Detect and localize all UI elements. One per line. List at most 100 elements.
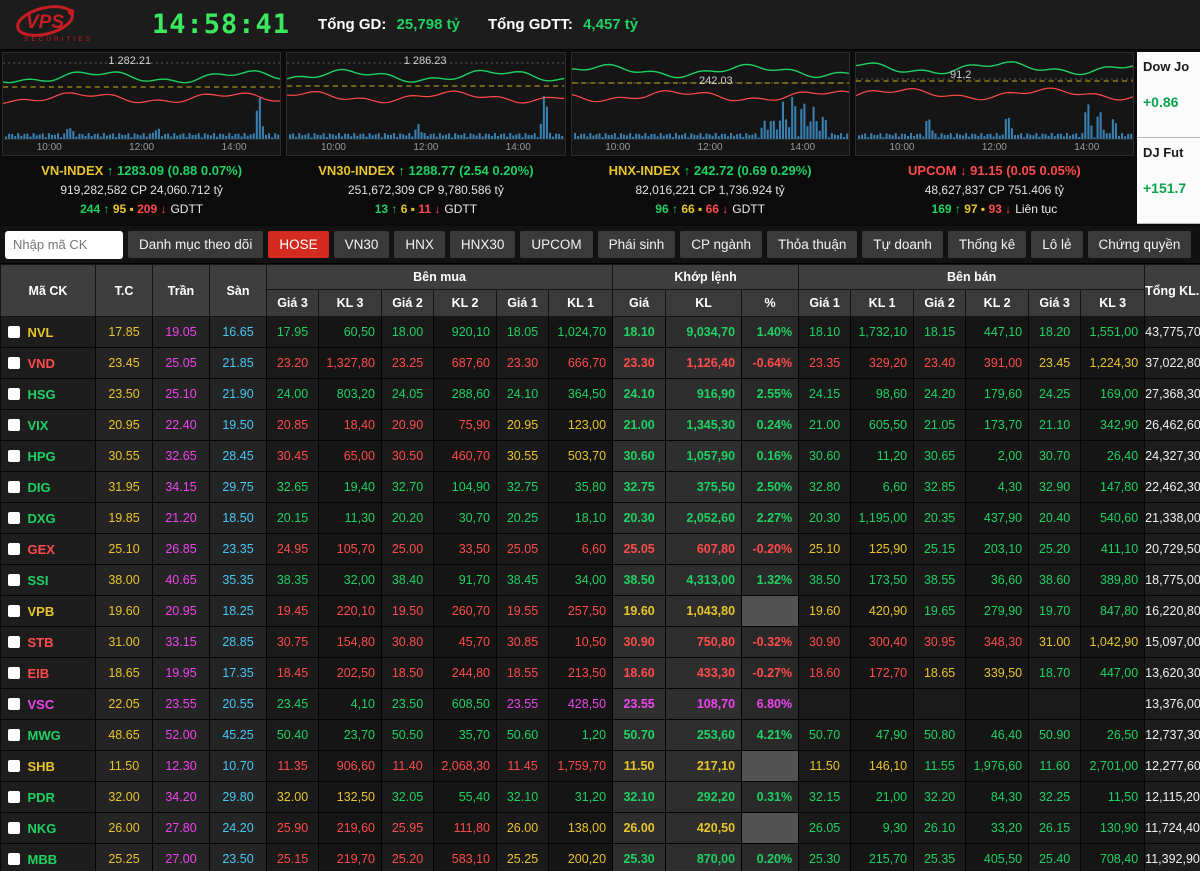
ask3-volume-cell[interactable]: 26,50	[1080, 719, 1146, 751]
ticker-symbol[interactable]: SHB	[28, 759, 55, 774]
index-panel-vnindex[interactable]: 1 282.21 10:00 12:00 14:00 VN-INDEX ↑ 1283.0…	[2, 52, 282, 224]
match-price-cell[interactable]: 32.10	[612, 781, 667, 813]
row-checkbox[interactable]	[7, 666, 20, 679]
ask2-volume-cell[interactable]: 36,60	[965, 564, 1030, 596]
ask1-volume-cell[interactable]: 47,90	[850, 719, 915, 751]
tab-phái-sinh[interactable]: Phái sinh	[597, 231, 676, 258]
ask3-volume-cell[interactable]: 540,60	[1080, 502, 1146, 534]
ask3-volume-cell[interactable]: 26,40	[1080, 440, 1146, 472]
match-volume-cell[interactable]: 217,10	[665, 750, 743, 782]
ask2-price-cell[interactable]	[913, 688, 967, 720]
sub-header-buy[interactable]: Giá 3	[266, 289, 319, 317]
match-price-cell[interactable]: 19.60	[612, 595, 667, 627]
bid2-price-cell[interactable]: 20.20	[381, 502, 434, 534]
ask2-price-cell[interactable]: 18.65	[913, 657, 967, 689]
world-index-item[interactable]: DJ Fut +151.7	[1137, 138, 1200, 224]
ticker-symbol[interactable]: MWG	[28, 728, 61, 743]
row-checkbox[interactable]	[7, 511, 20, 524]
bid1-price-cell[interactable]: 18.05	[496, 316, 549, 348]
ticker-symbol[interactable]: MBB	[28, 852, 58, 867]
ask1-price-cell[interactable]: 24.15	[798, 378, 852, 410]
bid2-volume-cell[interactable]: 33,50	[433, 533, 497, 565]
bid1-price-cell[interactable]: 24.10	[496, 378, 549, 410]
bid3-volume-cell[interactable]: 65,00	[318, 440, 382, 472]
bid3-volume-cell[interactable]: 105,70	[318, 533, 382, 565]
match-volume-cell[interactable]: 1,345,30	[665, 409, 743, 441]
sub-header-sell[interactable]: Giá 3	[1028, 289, 1082, 317]
bid3-volume-cell[interactable]: 4,10	[318, 688, 382, 720]
row-checkbox[interactable]	[7, 573, 20, 586]
bid1-price-cell[interactable]: 32.10	[496, 781, 549, 813]
bid1-price-cell[interactable]: 20.25	[496, 502, 549, 534]
sub-header-buy[interactable]: Giá 2	[381, 289, 434, 317]
bid3-volume-cell[interactable]: 60,50	[318, 316, 382, 348]
bid2-volume-cell[interactable]: 260,70	[433, 595, 497, 627]
ask1-volume-cell[interactable]	[850, 688, 915, 720]
row-checkbox[interactable]	[7, 604, 20, 617]
row-checkbox[interactable]	[7, 821, 20, 834]
ask3-price-cell[interactable]: 24.25	[1028, 378, 1082, 410]
search-input[interactable]	[5, 230, 123, 259]
ask1-price-cell[interactable]: 38.50	[798, 564, 852, 596]
tab-hose[interactable]: HOSE	[268, 231, 329, 258]
sub-header-match[interactable]: KL	[665, 289, 743, 317]
index-panel-upcom[interactable]: 91.2 10:00 12:00 14:00 UPCOM ↓ 91.15 (0.05 0…	[854, 52, 1134, 224]
bid1-price-cell[interactable]: 18.55	[496, 657, 549, 689]
ask1-price-cell[interactable]: 18.60	[798, 657, 852, 689]
ask2-price-cell[interactable]: 25.15	[913, 533, 967, 565]
match-price-cell[interactable]: 21.00	[612, 409, 667, 441]
bid3-price-cell[interactable]: 50.40	[266, 719, 319, 751]
ask2-volume-cell[interactable]: 339,50	[965, 657, 1030, 689]
ask3-price-cell[interactable]: 11.60	[1028, 750, 1082, 782]
match-price-cell[interactable]: 30.60	[612, 440, 667, 472]
bid1-price-cell[interactable]: 50.60	[496, 719, 549, 751]
ticker-symbol[interactable]: VND	[28, 356, 55, 371]
ask1-volume-cell[interactable]: 300,40	[850, 626, 915, 658]
ticker-symbol[interactable]: DIG	[28, 480, 51, 495]
ask3-price-cell[interactable]	[1028, 688, 1082, 720]
ticker-symbol[interactable]: DXG	[28, 511, 56, 526]
ask3-volume-cell[interactable]: 847,80	[1080, 595, 1146, 627]
tab-tự-doanh[interactable]: Tự doanh	[862, 231, 943, 258]
ask2-volume-cell[interactable]: 173,70	[965, 409, 1030, 441]
bid3-volume-cell[interactable]: 11,30	[318, 502, 382, 534]
match-volume-cell[interactable]: 420,50	[665, 812, 743, 844]
bid3-volume-cell[interactable]: 32,00	[318, 564, 382, 596]
bid3-price-cell[interactable]: 23.45	[266, 688, 319, 720]
col-header-total[interactable]: Tổng KL...	[1144, 264, 1200, 317]
match-volume-cell[interactable]: 750,80	[665, 626, 743, 658]
bid2-price-cell[interactable]: 11.40	[381, 750, 434, 782]
ticker-symbol[interactable]: VSC	[28, 697, 55, 712]
bid3-volume-cell[interactable]: 219,70	[318, 843, 382, 871]
bid1-volume-cell[interactable]: 6,60	[548, 533, 614, 565]
tab-thống-kê[interactable]: Thống kê	[947, 231, 1027, 258]
ask3-price-cell[interactable]: 30.70	[1028, 440, 1082, 472]
bid3-volume-cell[interactable]: 906,60	[318, 750, 382, 782]
bid3-price-cell[interactable]: 32.00	[266, 781, 319, 813]
ticker-symbol[interactable]: NVL	[28, 325, 54, 340]
ask3-volume-cell[interactable]: 130,90	[1080, 812, 1146, 844]
ask3-volume-cell[interactable]: 169,00	[1080, 378, 1146, 410]
bid1-volume-cell[interactable]: 1,759,70	[548, 750, 614, 782]
tab-upcom[interactable]: UPCOM	[520, 231, 593, 258]
ask2-volume-cell[interactable]: 33,20	[965, 812, 1030, 844]
ask2-volume-cell[interactable]: 279,90	[965, 595, 1030, 627]
ask1-volume-cell[interactable]: 1,195,00	[850, 502, 915, 534]
ticker-symbol[interactable]: NKG	[28, 821, 57, 836]
ask3-volume-cell[interactable]: 1,224,30	[1080, 347, 1146, 379]
bid2-price-cell[interactable]: 38.40	[381, 564, 434, 596]
ask2-volume-cell[interactable]: 2,00	[965, 440, 1030, 472]
match-volume-cell[interactable]: 4,313,00	[665, 564, 743, 596]
bid1-price-cell[interactable]: 19.55	[496, 595, 549, 627]
ask3-price-cell[interactable]: 18.20	[1028, 316, 1082, 348]
ask3-price-cell[interactable]: 26.15	[1028, 812, 1082, 844]
bid3-price-cell[interactable]: 30.75	[266, 626, 319, 658]
group-header-buy[interactable]: Bên mua	[265, 264, 614, 290]
row-checkbox[interactable]	[7, 449, 20, 462]
bid2-volume-cell[interactable]: 91,70	[433, 564, 497, 596]
bid3-volume-cell[interactable]: 18,40	[318, 409, 382, 441]
ask2-volume-cell[interactable]: 4,30	[965, 471, 1030, 503]
sub-header-sell[interactable]: KL 3	[1080, 289, 1146, 317]
ask3-volume-cell[interactable]: 1,551,00	[1080, 316, 1146, 348]
bid3-price-cell[interactable]: 19.45	[266, 595, 319, 627]
